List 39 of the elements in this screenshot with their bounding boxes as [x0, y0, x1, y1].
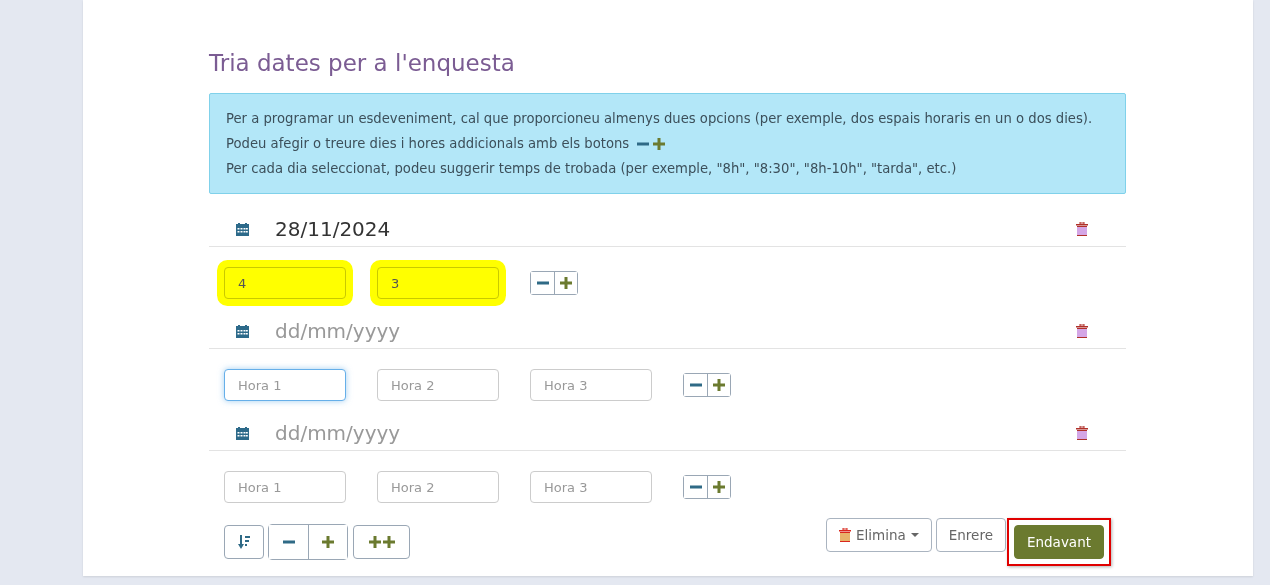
sort-button[interactable] [224, 525, 264, 559]
time-field[interactable]: Hora 3 [530, 471, 652, 503]
add-time-button[interactable] [707, 374, 730, 396]
plus-icon [382, 536, 395, 548]
time-field[interactable]: Hora 1 [224, 369, 346, 401]
add-many-button[interactable] [353, 525, 410, 559]
next-button[interactable]: Endavant [1013, 525, 1104, 559]
date-field[interactable]: 28/11/2024 [275, 214, 1076, 244]
plus-icon [560, 277, 572, 289]
calendar-icon [236, 222, 249, 236]
back-button[interactable]: Enrere [935, 518, 1006, 552]
trash-icon[interactable] [1076, 222, 1088, 236]
calendar-icon [236, 324, 249, 338]
add-day-button[interactable] [308, 525, 347, 559]
calendar-icon [236, 426, 249, 440]
date-field[interactable]: dd/mm/yyyy [275, 418, 1076, 448]
plus-icon [713, 481, 725, 493]
page-title: Tria dates per a l'enquesta [209, 50, 516, 78]
plus-icon [713, 379, 725, 391]
plus-icon [368, 536, 381, 548]
plus-icon [653, 137, 666, 150]
trash-icon[interactable] [1076, 324, 1088, 338]
info-text: Per cada dia seleccionat, podeu suggerir temps de trobada (per exemple, "8h", "8:30", "8h-10h", "tarda", etc.) [226, 160, 958, 178]
delete-dropdown[interactable]: Elimina [825, 518, 932, 552]
time-field[interactable]: Hora 2 [377, 471, 499, 503]
time-field[interactable]: 3 [377, 267, 499, 299]
time-field[interactable]: 4 [224, 267, 346, 299]
sort-icon [238, 535, 250, 549]
trash-icon[interactable] [1076, 426, 1088, 440]
time-field[interactable]: Hora 1 [224, 471, 346, 503]
date-field[interactable]: dd/mm/yyyy [275, 316, 1076, 346]
add-time-button[interactable] [707, 476, 730, 498]
info-text: Per a programar un esdeveniment, cal que proporcioneu almenys dues opcions (per exemple, dos espais horaris en un o dos dies). [226, 110, 1094, 128]
info-text: Podeu afegir o treure dies i hores addicionals amb els botons [226, 135, 630, 153]
trash-icon [838, 528, 851, 542]
plus-icon [322, 536, 334, 548]
add-time-button[interactable] [554, 272, 577, 294]
time-field[interactable]: Hora 3 [530, 369, 652, 401]
time-field[interactable]: Hora 2 [377, 369, 499, 401]
